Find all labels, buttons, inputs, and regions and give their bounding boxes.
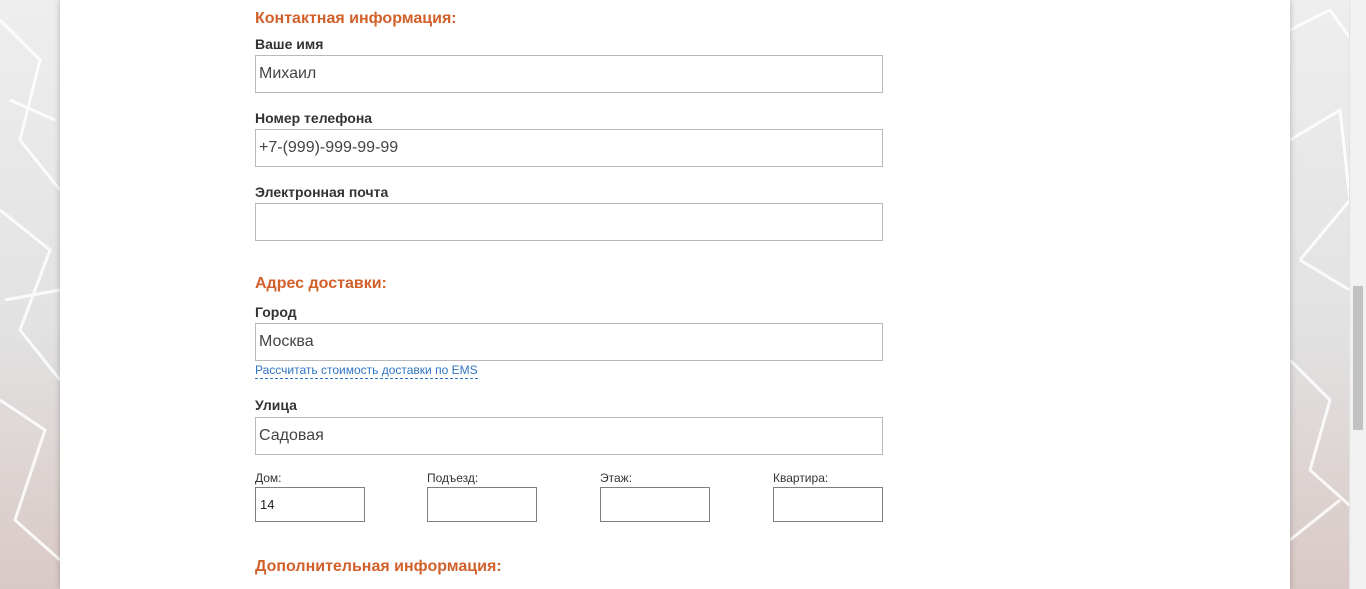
street-input[interactable] bbox=[255, 417, 883, 455]
phone-input[interactable] bbox=[255, 129, 883, 167]
email-label: Электронная почта bbox=[255, 184, 389, 200]
vertical-scrollbar[interactable] bbox=[1349, 0, 1366, 589]
email-input[interactable] bbox=[255, 203, 883, 241]
ems-delivery-cost-link[interactable]: Рассчитать стоимость доставки по EMS bbox=[255, 363, 478, 379]
house-label: Дом: bbox=[255, 471, 282, 485]
page-content: Контактная информация: Ваше имя Номер те… bbox=[60, 0, 1290, 589]
additional-section-title: Дополнительная информация: bbox=[255, 558, 502, 575]
delivery-section-title: Адрес доставки: bbox=[255, 275, 387, 292]
apartment-input[interactable] bbox=[773, 487, 883, 522]
contact-section-title: Контактная информация: bbox=[255, 10, 457, 27]
name-label: Ваше имя bbox=[255, 36, 324, 52]
name-input[interactable] bbox=[255, 55, 883, 93]
floor-label: Этаж: bbox=[600, 471, 633, 485]
city-input[interactable] bbox=[255, 323, 883, 361]
floor-input[interactable] bbox=[600, 487, 710, 522]
house-input[interactable] bbox=[255, 487, 365, 522]
entrance-label: Подъезд: bbox=[427, 471, 479, 485]
scrollbar-thumb[interactable] bbox=[1353, 286, 1363, 430]
city-label: Город bbox=[255, 304, 297, 320]
apartment-label: Квартира: bbox=[773, 471, 829, 485]
street-label: Улица bbox=[255, 397, 297, 413]
entrance-input[interactable] bbox=[427, 487, 537, 522]
phone-label: Номер телефона bbox=[255, 110, 373, 126]
